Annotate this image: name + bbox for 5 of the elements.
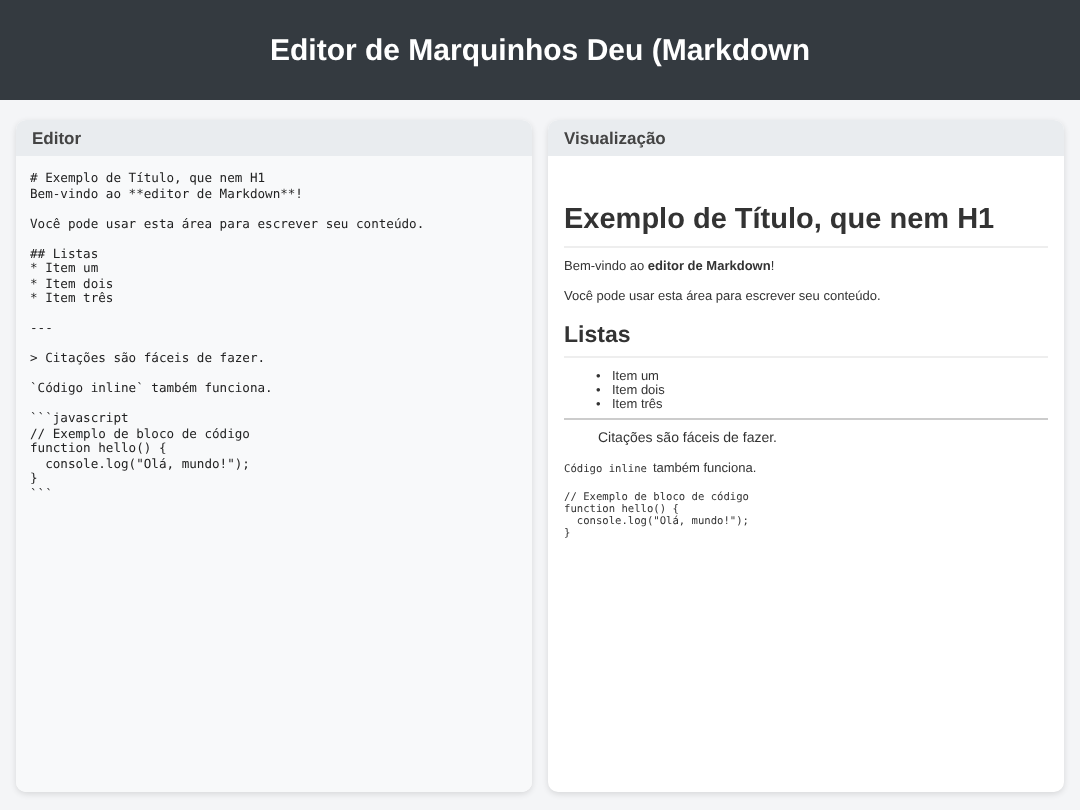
- panel-title: Editor: [16, 120, 532, 156]
- app-title: Editor de Marquinhos Deu (Markdown: [269, 33, 810, 67]
- subheading: Listas: [564, 324, 1048, 358]
- heading: Exemplo de Título, que nem H1: [564, 204, 1048, 248]
- panel-title: Visualização: [548, 120, 1064, 156]
